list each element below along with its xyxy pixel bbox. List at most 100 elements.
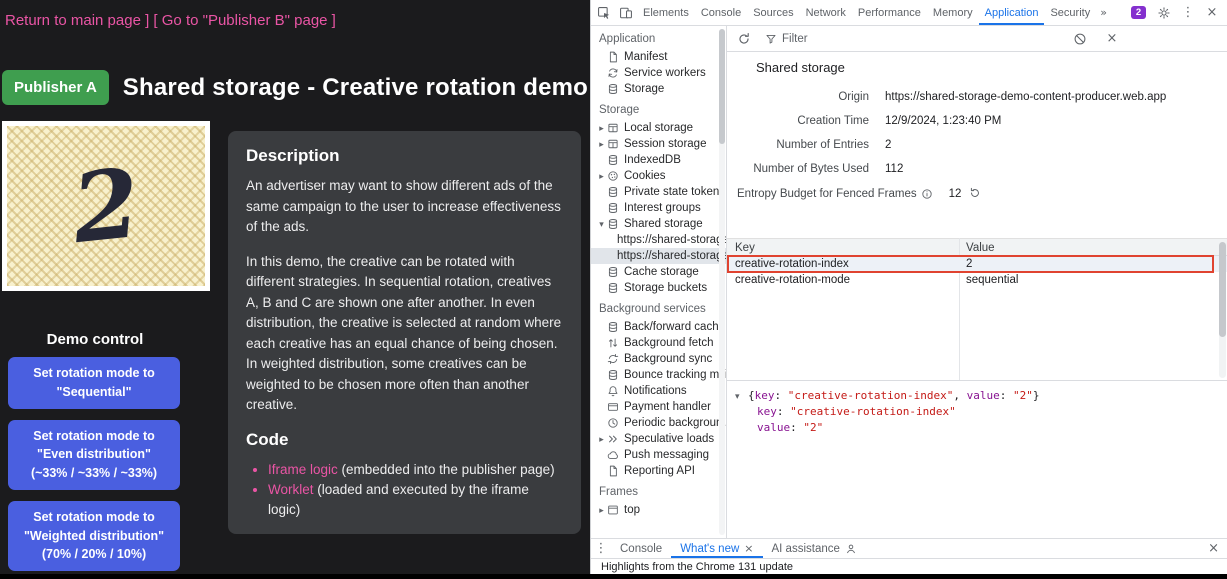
nav-separator: ] [ xyxy=(141,12,162,29)
table-row[interactable]: creative-rotation-index 2 xyxy=(727,256,1227,272)
device-toolbar-icon[interactable] xyxy=(615,0,637,25)
publisher-b-link[interactable]: Go to "Publisher B" page xyxy=(162,12,328,29)
refresh-icon[interactable] xyxy=(733,32,755,46)
preview-colon: : xyxy=(777,405,790,418)
devtools-tab[interactable]: Console xyxy=(695,0,747,25)
drawer-tab[interactable]: What's new × xyxy=(671,539,762,558)
return-main-link[interactable]: Return to main page xyxy=(5,12,141,29)
tree-item[interactable]: ▸ Session storage xyxy=(591,136,726,152)
whats-new-bar: Highlights from the Chrome 131 update xyxy=(591,558,1227,574)
tree-item[interactable]: Payment handler xyxy=(591,399,726,415)
drawer-tab[interactable]: AI assistance × xyxy=(763,539,866,558)
doc-icon xyxy=(607,51,619,63)
code-link[interactable]: Iframe logic xyxy=(268,462,338,477)
tab-close-icon[interactable]: × xyxy=(744,542,753,555)
bottom-strip xyxy=(0,574,1227,579)
tree-item[interactable]: Back/forward cache xyxy=(591,319,726,335)
devtools-tab[interactable]: Network xyxy=(800,0,852,25)
tree-item[interactable]: https://shared-storage… xyxy=(591,248,726,264)
tree-item[interactable]: ▾ Shared storage xyxy=(591,216,726,232)
tree-item[interactable]: Reporting API xyxy=(591,463,726,479)
devtools-tab[interactable]: Performance xyxy=(852,0,927,25)
preview-colon: : xyxy=(1000,389,1013,402)
publisher-badge: Publisher A xyxy=(2,70,109,105)
table-scrollbar-thumb[interactable] xyxy=(1219,242,1226,337)
drawer-kebab-icon[interactable]: ⋮ xyxy=(591,539,611,558)
inspect-icon[interactable] xyxy=(593,0,615,25)
value-column-header[interactable]: Value xyxy=(959,239,1227,255)
key-column-header[interactable]: Key xyxy=(727,239,959,255)
devtools-close-icon[interactable]: × xyxy=(1201,5,1223,20)
expand-arrow-icon[interactable]: ▸ xyxy=(596,171,607,182)
tree-item[interactable]: Push messaging xyxy=(591,447,726,463)
tree-item[interactable]: Private state tokens xyxy=(591,184,726,200)
tree-item[interactable]: Service workers xyxy=(591,65,726,81)
creative-frame: 2 xyxy=(2,121,210,291)
kebab-menu-icon[interactable]: ⋮ xyxy=(1177,5,1199,20)
tree-item[interactable]: Background fetch xyxy=(591,335,726,351)
tree-item[interactable]: Background sync xyxy=(591,351,726,367)
rotation-mode-button[interactable]: Set rotation mode to "Weighted distribut… xyxy=(8,501,180,571)
preview-key-value: "creative-rotation-index" xyxy=(790,405,956,418)
tree-item-label: Local storage xyxy=(624,122,693,134)
demo-buttons: Set rotation mode to "Sequential" Set ro… xyxy=(8,357,180,571)
tree-item[interactable]: Bounce tracking miti… xyxy=(591,367,726,383)
tree-item-label: Background sync xyxy=(624,353,712,365)
metadata-label: Number of Entries xyxy=(737,139,869,151)
devtools-tab[interactable]: Elements xyxy=(637,0,695,25)
more-tabs-icon[interactable]: » xyxy=(1096,0,1111,25)
expand-arrow-icon[interactable]: ▸ xyxy=(596,139,607,150)
filter-control[interactable]: Filter xyxy=(765,33,808,45)
panel-toolbar-right: × xyxy=(1069,31,1123,46)
devtools-tab[interactable]: Sources xyxy=(747,0,799,25)
info-icon[interactable] xyxy=(921,188,933,200)
tree-item[interactable]: Interest groups xyxy=(591,200,726,216)
sidebar-scrollbar[interactable] xyxy=(719,29,725,535)
devtools-tab[interactable]: Memory xyxy=(927,0,979,25)
tree-item[interactable]: ▸ Cookies xyxy=(591,168,726,184)
rotation-mode-button[interactable]: Set rotation mode to "Sequential" xyxy=(8,357,180,409)
nav-end: ] xyxy=(328,12,336,29)
tree-item[interactable]: Storage xyxy=(591,81,726,97)
sidebar-scrollbar-thumb[interactable] xyxy=(719,29,725,144)
metadata-label: Creation Time xyxy=(737,115,869,127)
tree-item[interactable]: IndexedDB xyxy=(591,152,726,168)
tree-item[interactable]: Notifications xyxy=(591,383,726,399)
frame-icon xyxy=(607,504,619,516)
reset-budget-icon[interactable] xyxy=(969,187,982,200)
table-scrollbar[interactable] xyxy=(1219,240,1226,378)
tree-item-label: Cache storage xyxy=(624,266,699,278)
metadata-label: Origin xyxy=(737,91,869,103)
table-row[interactable]: creative-rotation-mode sequential xyxy=(727,272,1227,288)
db-icon xyxy=(607,154,619,166)
rotation-mode-button[interactable]: Set rotation mode to "Even distribution"… xyxy=(8,420,180,490)
demo-control-heading: Demo control xyxy=(0,331,190,348)
code-link[interactable]: Worklet xyxy=(268,482,314,497)
tree-item-label: Bounce tracking miti… xyxy=(624,369,726,381)
issues-badge[interactable]: 2 xyxy=(1131,6,1146,19)
preview-caret-icon[interactable]: ▾ xyxy=(735,388,748,404)
settings-gear-icon[interactable] xyxy=(1153,6,1175,20)
tree-item[interactable]: Manifest xyxy=(591,49,726,65)
publisher-page: Return to main page ] [ Go to "Publisher… xyxy=(0,0,590,579)
toolbar-close-icon[interactable]: × xyxy=(1101,31,1123,46)
tree-item[interactable]: Storage buckets xyxy=(591,280,726,296)
devtools-tab[interactable]: Application xyxy=(979,0,1045,25)
tree-item[interactable]: Periodic backgroun… xyxy=(591,415,726,431)
tree-item[interactable]: https://shared-storage… xyxy=(591,232,726,248)
expand-arrow-icon[interactable]: ▸ xyxy=(596,434,607,445)
drawer-close-icon[interactable]: × xyxy=(1208,539,1227,558)
devtools-tab[interactable]: Security xyxy=(1044,0,1096,25)
expand-arrow-icon[interactable]: ▸ xyxy=(596,123,607,134)
tree-item[interactable]: ▸ Local storage xyxy=(591,120,726,136)
tree-item[interactable]: ▸ top xyxy=(591,502,726,518)
tree-item[interactable]: Cache storage xyxy=(591,264,726,280)
drawer-tab[interactable]: Console × xyxy=(611,539,671,558)
tree-item-label: Reporting API xyxy=(624,465,695,477)
clear-icon[interactable] xyxy=(1069,32,1091,46)
expand-arrow-icon[interactable]: ▸ xyxy=(596,505,607,516)
tree-item-label: Notifications xyxy=(624,385,687,397)
tree-item[interactable]: ▸ Speculative loads xyxy=(591,431,726,447)
metadata-label-text: Creation Time xyxy=(797,115,869,127)
expand-arrow-icon[interactable]: ▾ xyxy=(596,219,607,230)
